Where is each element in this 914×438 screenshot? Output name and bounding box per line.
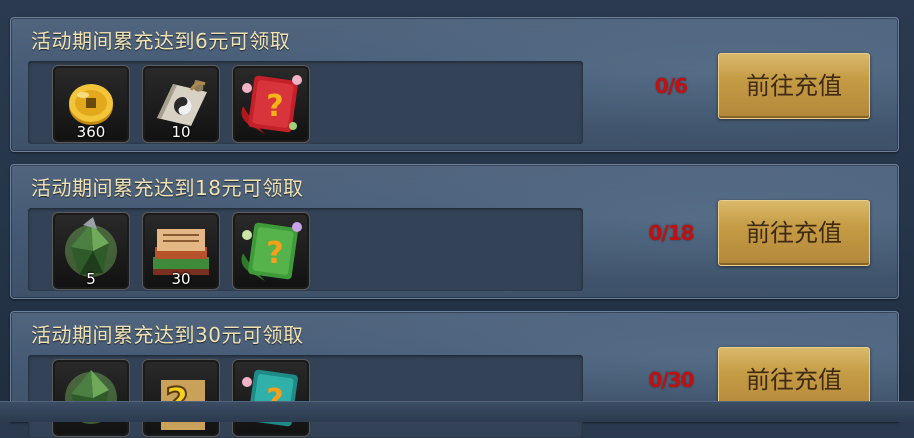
reward-count: 10 xyxy=(171,123,191,141)
mystery-scroll-icon: ? xyxy=(161,379,205,430)
svg-text:?: ? xyxy=(266,89,283,124)
reward-slot-green-crystal[interactable]: 5 xyxy=(52,212,130,290)
task-title: 活动期间累充达到6元可领取 xyxy=(31,29,291,53)
progress-text: 0/6 xyxy=(654,74,688,98)
progress-text: 0/30 xyxy=(648,368,694,392)
reward-tray: ? ? xyxy=(28,355,583,438)
reward-tray: 360 10 ? xyxy=(28,61,583,144)
green-crystal-icon xyxy=(65,370,117,424)
svg-text:?: ? xyxy=(266,236,283,271)
reward-count: 30 xyxy=(171,270,191,288)
teal-mystery-book-icon: ? xyxy=(242,369,298,427)
reward-slot-mystery-book[interactable]: ? xyxy=(232,359,310,437)
reward-slot-book-stack[interactable]: 30 xyxy=(142,212,220,290)
recharge-button[interactable]: 前往充值 xyxy=(718,200,870,266)
reward-slot-mystery-book[interactable]: ? xyxy=(232,65,310,143)
reward-count: 5 xyxy=(86,270,96,288)
red-mystery-book-icon: ? xyxy=(241,75,302,134)
reward-slot-green-crystal[interactable] xyxy=(52,359,130,437)
reward-slot-mystery-book[interactable]: ? xyxy=(232,212,310,290)
green-mystery-book-icon: ? xyxy=(241,222,302,281)
recharge-button[interactable]: 前往充值 xyxy=(718,53,870,119)
reward-slot-scroll[interactable]: 10 xyxy=(142,65,220,143)
reward-task-6: 活动期间累充达到6元可领取 360 10 ? 0/6 前往充值 xyxy=(10,17,899,152)
reward-tray: 5 30 ? xyxy=(28,208,583,291)
reward-slot-gold-coin[interactable]: 360 xyxy=(52,65,130,143)
reward-slot-mystery-scroll[interactable]: ? xyxy=(142,359,220,437)
reward-task-18: 活动期间累充达到18元可领取 5 30 ? 0/18 前往充值 xyxy=(10,164,899,299)
task-title: 活动期间累充达到30元可领取 xyxy=(31,323,304,347)
progress-text: 0/18 xyxy=(648,221,694,245)
task-title: 活动期间累充达到18元可领取 xyxy=(31,176,304,200)
bottom-frame xyxy=(0,401,914,422)
reward-count: 360 xyxy=(76,123,106,141)
